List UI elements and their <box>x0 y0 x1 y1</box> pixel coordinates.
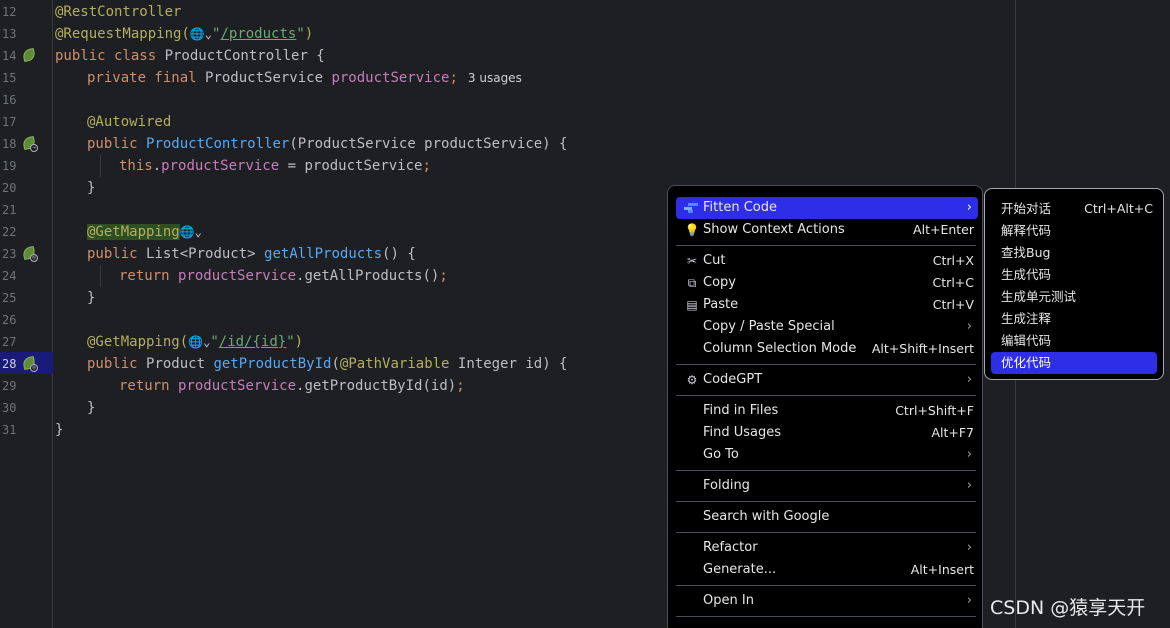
code-line: @GetMapping🌐⌄ <box>87 224 202 240</box>
scissors-icon: ✂ <box>686 254 698 268</box>
menu-separator <box>676 245 976 246</box>
code-line: public List<Product> getAllProducts() { <box>87 246 416 262</box>
menu-separator <box>676 470 976 471</box>
globe-icon: 🌐⌄ <box>179 225 202 239</box>
line-number: 18 <box>2 137 17 151</box>
chevron-right-icon: › <box>966 447 972 462</box>
line-number: 23 <box>2 247 17 261</box>
line-number: 27 <box>2 335 17 349</box>
menu-item-codegpt[interactable]: ⚙ CodeGPT › <box>676 369 978 391</box>
menu-item-copy[interactable]: ⧉ Copy Ctrl+C <box>676 272 978 294</box>
submenu-item-generate-unit-tests[interactable]: 生成单元测试 <box>991 286 1157 308</box>
code-line: } <box>87 290 96 306</box>
spring-bean-icon[interactable] <box>21 47 38 64</box>
menu-separator <box>676 364 976 365</box>
submenu-item-generate-code[interactable]: 生成代码 <box>991 264 1157 286</box>
watermark: CSDN @猿享天开 <box>990 597 1146 619</box>
menu-item-folding[interactable]: Folding › <box>676 475 978 497</box>
code-line: } <box>87 400 96 416</box>
menu-item-find-usages[interactable]: Find Usages Alt+F7 <box>676 422 978 444</box>
paste-icon: ▤ <box>686 298 698 312</box>
menu-item-fitten-code[interactable]: Fitten Code › <box>676 197 978 219</box>
indent-guide <box>100 265 101 287</box>
editor-context-menu: Fitten Code › 💡 Show Context Actions Alt… <box>667 185 983 628</box>
menu-item-open-in[interactable]: Open In › <box>676 590 978 612</box>
menu-item-search-with-google[interactable]: Search with Google <box>676 506 978 528</box>
lightbulb-icon: 💡 <box>684 223 700 237</box>
code-line: @Autowired <box>87 114 172 130</box>
code-line: public class ProductController { <box>55 48 325 64</box>
submenu-item-edit-code[interactable]: 编辑代码 <box>991 330 1157 352</box>
code-line: @RequestMapping(🌐⌄"/products") <box>55 26 314 42</box>
code-line: return productService.getAllProducts(); <box>119 268 448 284</box>
menu-item-column-selection-mode[interactable]: Column Selection Mode Alt+Shift+Insert <box>676 338 978 360</box>
line-number-active: 28 <box>2 357 17 371</box>
line-number: 14 <box>2 49 17 63</box>
line-number: 20 <box>2 181 17 195</box>
menu-item-find-in-files[interactable]: Find in Files Ctrl+Shift+F <box>676 400 978 422</box>
code-line: } <box>87 180 96 196</box>
line-number: 12 <box>2 5 17 19</box>
chevron-right-icon: › <box>966 372 972 387</box>
line-number: 15 <box>2 71 17 85</box>
menu-item-show-context-actions[interactable]: 💡 Show Context Actions Alt+Enter <box>676 219 978 241</box>
menu-item-go-to[interactable]: Go To › <box>676 444 978 466</box>
menu-item-paste[interactable]: ▤ Paste Ctrl+V <box>676 294 978 316</box>
code-line: } <box>55 422 64 438</box>
line-number: 22 <box>2 225 17 239</box>
menu-separator <box>676 616 976 617</box>
line-number: 16 <box>2 93 17 107</box>
menu-separator <box>676 532 976 533</box>
chevron-right-icon: › <box>966 593 972 608</box>
submenu-item-optimize-code[interactable]: 优化代码 <box>991 352 1157 374</box>
fitten-code-submenu: 开始对话 Ctrl+Alt+C 解释代码 查找Bug 生成代码 生成单元测试 生… <box>984 188 1164 380</box>
menu-separator <box>676 501 976 502</box>
submenu-item-generate-comments[interactable]: 生成注释 <box>991 308 1157 330</box>
chevron-right-icon: › <box>966 319 972 334</box>
menu-separator <box>676 395 976 396</box>
code-line: this.productService = productService; <box>119 158 431 174</box>
menu-item-refactor[interactable]: Refactor › <box>676 537 978 559</box>
line-number: 24 <box>2 269 17 283</box>
code-line: public Product getProductById(@PathVaria… <box>87 356 568 372</box>
copy-icon: ⧉ <box>687 276 697 290</box>
fitten-code-icon <box>684 203 698 213</box>
line-number: 30 <box>2 401 17 415</box>
submenu-item-explain-code[interactable]: 解释代码 <box>991 220 1157 242</box>
menu-item-cut[interactable]: ✂ Cut Ctrl+X <box>676 250 978 272</box>
chevron-right-icon: › <box>966 540 972 555</box>
code-line: return productService.getProductById(id)… <box>119 378 465 394</box>
autowired-bean-icon[interactable]: → <box>21 135 38 152</box>
line-number: 19 <box>2 159 17 173</box>
line-number: 17 <box>2 115 17 129</box>
submenu-item-start-chat[interactable]: 开始对话 Ctrl+Alt+C <box>991 198 1157 220</box>
url-link: /products <box>220 26 297 42</box>
chevron-right-icon: › <box>966 478 972 493</box>
globe-icon: 🌐⌄ <box>189 27 213 41</box>
line-number: 25 <box>2 291 17 305</box>
usages-hint: 3 usages <box>467 71 522 85</box>
code-line: private final ProductService productServ… <box>87 70 522 86</box>
submenu-item-find-bug[interactable]: 查找Bug <box>991 242 1157 264</box>
code-line: public ProductController(ProductService … <box>87 136 568 152</box>
line-number: 21 <box>2 203 17 217</box>
request-mapping-icon[interactable]: ◎ <box>21 355 38 372</box>
menu-item-copy-paste-special[interactable]: Copy / Paste Special › <box>676 316 978 338</box>
code-line: @GetMapping(🌐⌄"/id/{id}") <box>87 334 304 350</box>
line-number: 13 <box>2 27 17 41</box>
chevron-right-icon: › <box>966 200 972 215</box>
menu-separator <box>676 585 976 586</box>
line-number: 26 <box>2 313 17 327</box>
menu-item-generate[interactable]: Generate... Alt+Insert <box>676 559 978 581</box>
codegpt-icon: ⚙ <box>686 373 698 387</box>
code-line: @RestController <box>55 4 182 20</box>
line-number: 31 <box>2 423 17 437</box>
globe-icon: 🌐⌄ <box>188 335 211 349</box>
line-number-gutter[interactable]: 12 13 14 15 16 17 18 → 19 20 21 22 23 ◎ … <box>0 0 53 628</box>
indent-guide <box>100 155 101 177</box>
line-number: 29 <box>2 379 17 393</box>
request-mapping-icon[interactable]: ◎ <box>21 245 38 262</box>
url-link: /id/{id} <box>218 334 287 350</box>
